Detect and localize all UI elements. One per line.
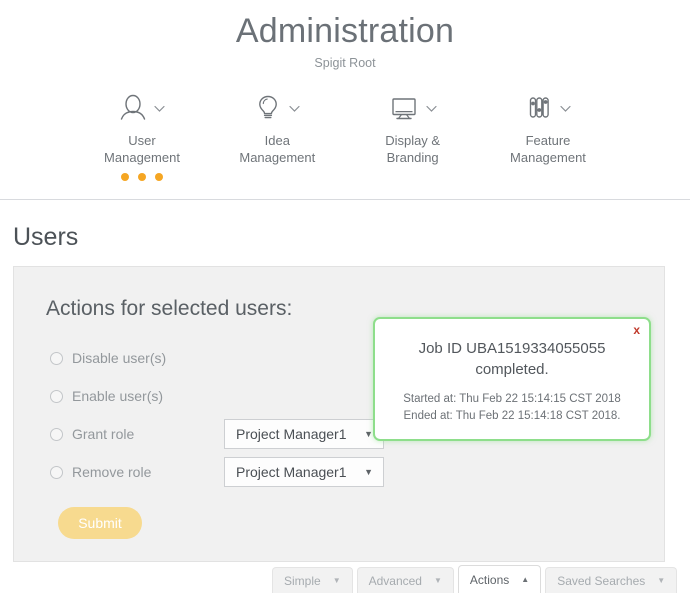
close-icon[interactable]: x [633,323,640,337]
search-tabbar: Simple ▼ Advanced ▼ Actions ▲ Saved Sear… [0,565,690,593]
nav-label-line2: Branding [386,150,439,165]
chevron-down-icon[interactable] [425,102,438,115]
notification-ended-at: Ended at: Thu Feb 22 15:14:18 CST 2018. [403,410,621,422]
sliders-icon [524,93,554,123]
dot [155,173,163,181]
tab-advanced[interactable]: Advanced ▼ [356,567,454,593]
nav-item-label: Idea Management [213,132,341,166]
chevron-down-icon: ▼ [364,466,373,477]
app-title: Administration [235,12,455,50]
radio-enable-users[interactable] [50,389,63,403]
tab-simple[interactable]: Simple ▼ [272,567,353,593]
nav-icon-row [349,89,477,127]
notification-started-at: Started at: Thu Feb 22 15:14:15 CST 2018 [403,393,621,405]
radio-label[interactable]: Disable user(s) [72,349,224,367]
notification-details: Started at: Thu Feb 22 15:14:15 CST 2018… [389,391,635,425]
app-subtitle: Spigit Root [314,56,376,70]
radio-remove-role[interactable] [50,465,63,479]
nav-icon-row [213,89,341,127]
chevron-down-icon: ▼ [657,575,666,585]
tab-saved-searches[interactable]: Saved Searches ▼ [545,567,678,593]
nav-icon-row [78,89,206,127]
action-row-remove-role[interactable]: Remove role Project Manager1 ▼ [50,453,664,491]
radio-label[interactable]: Grant role [72,425,224,443]
chevron-down-icon: ▼ [332,575,341,585]
chevron-down-icon[interactable] [288,102,301,115]
nav-icon-row [484,89,612,127]
nav-item-idea-management[interactable]: Idea Management [213,89,341,181]
nav-label-line1: Feature [525,133,571,148]
header-divider [0,199,690,200]
nav-label-line2: Management [239,150,316,165]
radio-grant-role[interactable] [50,427,63,441]
nav-item-label: Feature Management [484,132,612,166]
dot [121,173,129,181]
chevron-up-icon: ▲ [521,574,530,584]
person-icon [118,93,148,123]
chevron-down-icon: ▼ [364,428,373,439]
page-header: Administration Spigit Root [0,0,690,71]
nav-label-line2: Management [104,150,180,165]
nav-item-label: User Management [78,132,206,166]
tab-actions[interactable]: Actions ▲ [457,565,542,593]
radio-label[interactable]: Remove role [72,463,224,481]
radio-label[interactable]: Enable user(s) [72,387,224,405]
nav-item-label: Display & Branding [349,132,477,166]
grant-role-value: Project Manager1 [236,426,347,442]
active-section-dots [78,173,206,181]
job-status-notification: x Job ID UBA1519334055055 completed. Sta… [373,317,651,441]
notification-title: Job ID UBA1519334055055 completed. [418,340,606,378]
chevron-down-icon: ▼ [433,575,442,585]
nav-label-line1: Display & [385,133,441,148]
nav-label-line1: User [128,133,156,148]
dot [138,173,146,181]
actions-panel: Actions for selected users: Disable user… [13,266,665,562]
nav-label-line1: Idea [264,133,290,148]
chevron-down-icon[interactable] [153,102,166,115]
nav-item-feature-management[interactable]: Feature Management [484,89,612,181]
admin-nav: User Management Idea Management Display … [0,71,690,181]
chevron-down-icon[interactable] [559,102,572,115]
radio-disable-users[interactable] [50,351,63,365]
tab-label: Advanced [368,573,422,588]
lightbulb-icon [253,93,283,123]
nav-label-line2: Management [510,150,586,165]
tab-label: Saved Searches [557,573,646,588]
nav-item-user-management[interactable]: User Management [78,89,206,181]
tab-label: Simple [284,573,321,588]
remove-role-value: Project Manager1 [236,464,347,480]
grant-role-select[interactable]: Project Manager1 ▼ [224,419,384,449]
nav-item-display-branding[interactable]: Display & Branding [349,89,477,181]
remove-role-select[interactable]: Project Manager1 ▼ [224,457,384,487]
tab-label: Actions [469,572,510,587]
submit-button[interactable]: Submit [58,507,142,539]
monitor-icon [388,93,420,123]
page-title: Users [13,223,79,251]
